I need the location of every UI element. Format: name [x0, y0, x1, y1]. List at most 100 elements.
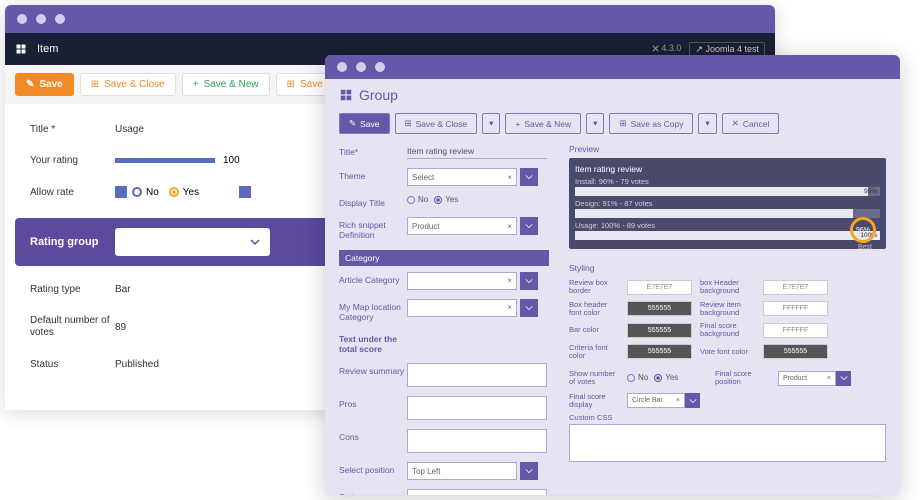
score-pos-caret[interactable] [836, 371, 851, 386]
style-label: Vote font color [700, 348, 755, 356]
theme-label: Theme [339, 168, 407, 181]
preview-title: Item rating review [575, 164, 880, 174]
group-select[interactable] [115, 228, 270, 256]
group-label: Rating group [30, 236, 115, 248]
rating-value: 100 [223, 155, 240, 166]
save-close-caret[interactable]: ▾ [482, 113, 500, 134]
theme-select[interactable]: Select× [407, 168, 517, 186]
allow-no[interactable]: No [132, 187, 159, 198]
style-label: Final score background [700, 322, 755, 339]
pros-input[interactable] [407, 396, 547, 420]
position-select[interactable]: Top Left [407, 462, 517, 480]
styling-grid: Review box borderE7E7E7box Header backgr… [569, 279, 886, 360]
title-label: Title * [30, 124, 115, 135]
score-pos-select[interactable]: Product× [778, 371, 836, 386]
cons-label: Cons [339, 429, 407, 442]
status-label: Status [339, 489, 407, 495]
toolbar: ✎ Save ⊞ Save & Close ▾ + Save & New ▾ ⊞… [325, 107, 900, 144]
window-titlebar [325, 55, 900, 79]
save-button[interactable]: ✎ Save [15, 73, 74, 96]
title-input[interactable] [407, 144, 547, 159]
joomla-icon [15, 43, 27, 55]
color-input[interactable]: 555555 [627, 344, 692, 359]
mymap-cat-label: My Map location Category [339, 299, 407, 322]
save-close-button[interactable]: ⊞ Save & Close [395, 113, 478, 134]
save-new-button[interactable]: + Save & New [182, 73, 270, 96]
mymap-cat-caret[interactable] [520, 299, 538, 317]
rating-slider[interactable] [115, 158, 215, 163]
votes-value[interactable]: 89 [115, 322, 126, 333]
preview-row: Design: 91% - 87 votes [575, 199, 880, 218]
color-input[interactable]: E7E7E7 [763, 280, 828, 295]
allow-yes[interactable]: Yes [169, 187, 199, 198]
traffic-dot [375, 62, 385, 72]
rich-select[interactable]: Product× [407, 217, 517, 235]
type-value[interactable]: Bar [115, 284, 131, 295]
save-button[interactable]: ✎ Save [339, 113, 390, 134]
summary-label: Review summary [339, 363, 407, 376]
style-label: Box header font color [569, 301, 619, 318]
css-label: Custom CSS [569, 413, 886, 422]
cons-input[interactable] [407, 429, 547, 453]
color-input[interactable]: E7E7E7 [627, 280, 692, 295]
theme-caret[interactable] [520, 168, 538, 186]
rich-caret[interactable] [520, 217, 538, 235]
traffic-dot [337, 62, 347, 72]
color-input[interactable]: 555555 [627, 301, 692, 316]
preview-box: Item rating review Install: 96% - 79 vot… [569, 158, 886, 249]
traffic-dot [17, 14, 27, 24]
custom-css-input[interactable] [569, 424, 886, 462]
article-cat-label: Article Category [339, 272, 407, 285]
header-title: Item [37, 43, 58, 55]
score-pos-label: Final score position [715, 370, 770, 387]
display-no[interactable]: No [407, 195, 428, 204]
display-yes[interactable]: Yes [434, 195, 458, 204]
color-input[interactable]: 555555 [763, 344, 828, 359]
preview-row: Install: 96% - 79 votes96% [575, 177, 880, 196]
pros-label: Pros [339, 396, 407, 409]
left-column: Title* ThemeSelect× Display TitleNo Yes R… [339, 144, 549, 495]
save-new-button[interactable]: + Save & New [505, 113, 581, 134]
text-under-label: Text under the total score [339, 331, 407, 354]
display-label: Display Title [339, 195, 407, 208]
status-label: Status [30, 359, 115, 370]
save-copy-caret[interactable]: ▾ [698, 113, 716, 134]
traffic-dot [36, 14, 46, 24]
joomla-icon [339, 88, 353, 102]
save-close-button[interactable]: ⊞ Save & Close [80, 73, 176, 96]
title-label: Title* [339, 144, 407, 157]
rich-label: Rich snippet Definition [339, 217, 407, 240]
article-cat-select[interactable]: × [407, 272, 517, 290]
preview-label: Preview [569, 144, 886, 154]
options-grid: Show number of votes No Yes Final score p… [569, 370, 886, 409]
score-disp-label: Final score display [569, 393, 619, 410]
title-value[interactable]: Usage [115, 124, 144, 135]
status-select[interactable]: Published▾ [407, 489, 547, 495]
color-input[interactable]: FFFFFF [763, 323, 828, 338]
score-disp-select[interactable]: Circle Bar× [627, 393, 685, 408]
group-window: Group ✎ Save ⊞ Save & Close ▾ + Save & N… [325, 55, 900, 495]
category-header: Category [339, 250, 549, 266]
article-cat-caret[interactable] [520, 272, 538, 290]
preview-row: Usage: 100% - 89 votes100% [575, 221, 880, 240]
check-icon[interactable] [115, 186, 127, 198]
votes-no[interactable]: No [627, 373, 648, 382]
summary-input[interactable] [407, 363, 547, 387]
show-votes-label: Show number of votes [569, 370, 619, 387]
traffic-dot [356, 62, 366, 72]
save-new-caret[interactable]: ▾ [586, 113, 604, 134]
votes-yes[interactable]: Yes [654, 373, 678, 382]
status-value[interactable]: Published [115, 359, 159, 370]
position-caret[interactable] [520, 462, 538, 480]
style-label: Review item background [700, 301, 755, 318]
styling-label: Styling [569, 263, 886, 273]
cancel-button[interactable]: ✕ Cancel [722, 113, 780, 134]
check-icon[interactable] [239, 186, 251, 198]
color-input[interactable]: 555555 [627, 323, 692, 338]
right-column: Preview Item rating review Install: 96% … [569, 144, 886, 495]
score-disp-caret[interactable] [685, 393, 700, 408]
rating-label: Your rating [30, 155, 115, 166]
color-input[interactable]: FFFFFF [763, 301, 828, 316]
save-copy-button[interactable]: ⊞ Save as Copy [609, 113, 693, 134]
mymap-cat-select[interactable]: × [407, 299, 517, 317]
